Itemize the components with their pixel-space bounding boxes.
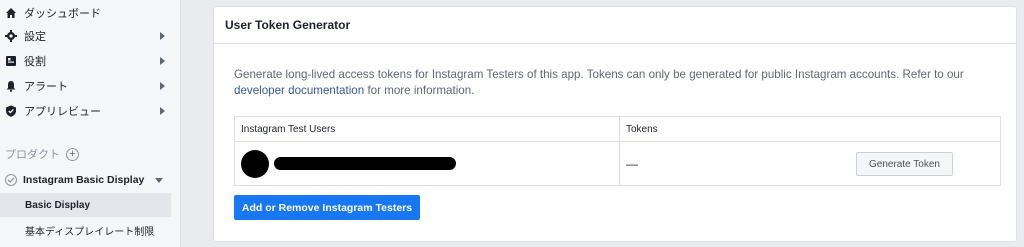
sidebar-item-settings[interactable]: 設定 [0,23,171,48]
sidebar: ダッシュボード 設定 役割 アラート アプリレビュー プロダクト + Insta… [0,0,181,247]
table-row: — Generate Token [235,142,1000,185]
sidebar-item-roles[interactable]: 役割 [0,48,171,73]
avatar [241,149,269,178]
chevron-right-icon [160,31,165,40]
sidebar-item-alerts[interactable]: アラート [0,73,171,98]
sidebar-item-dashboard[interactable]: ダッシュボード [0,0,171,25]
sidebar-item-label: 設定 [24,30,46,43]
sidebar-item-label: 役割 [24,55,46,68]
subitem-label: Basic Display [25,199,91,211]
add-product-icon[interactable]: + [66,147,79,161]
sidebar-item-label: アラート [24,80,68,93]
column-header-test-users: Instagram Test Users [235,117,620,141]
generate-token-button[interactable]: Generate Token [856,152,953,176]
shield-icon [5,105,17,117]
products-section-title: プロダクト + [5,146,79,162]
gear-icon [5,29,17,42]
chevron-down-icon [155,177,163,183]
products-label: プロダクト [5,149,60,161]
developer-documentation-link[interactable]: developer documentation [234,84,364,97]
chevron-right-icon [160,81,165,90]
sidebar-subitem-basic-display[interactable]: Basic Display [0,193,171,217]
token-value: — [626,156,638,171]
bell-icon [5,80,17,92]
sidebar-item-label: アプリレビュー [24,105,101,118]
subitem-label: 基本ディスプレイレート制限 [25,226,155,238]
card-title: User Token Generator [214,7,1016,44]
add-remove-testers-button[interactable]: Add or Remove Instagram Testers [234,195,420,220]
sidebar-item-label: ダッシュボード [24,7,101,20]
test-user-cell [235,142,620,185]
redacted-username [274,157,456,170]
check-circle-icon [5,174,17,186]
product-label: Instagram Basic Display [23,174,145,186]
product-instagram-basic-display[interactable]: Instagram Basic Display [0,167,171,193]
description-suffix: for more information. [367,84,475,97]
card-description: Generate long-lived access tokens for In… [234,67,1004,99]
table-header: Instagram Test Users Tokens [235,117,1000,142]
chevron-right-icon [160,106,165,115]
sidebar-subitem-rate-limits[interactable]: 基本ディスプレイレート制限 [0,218,171,242]
description-text: Generate long-lived access tokens for In… [234,68,964,81]
test-users-table: Instagram Test Users Tokens — Generate T… [234,116,1001,186]
home-icon [5,7,17,19]
user-token-generator-card: User Token Generator Generate long-lived… [213,6,1017,242]
sidebar-item-app-review[interactable]: アプリレビュー [0,98,171,123]
chevron-right-icon [160,56,165,65]
token-cell: — Generate Token [620,142,1000,185]
column-header-tokens: Tokens [626,123,658,135]
roles-icon [5,55,17,67]
